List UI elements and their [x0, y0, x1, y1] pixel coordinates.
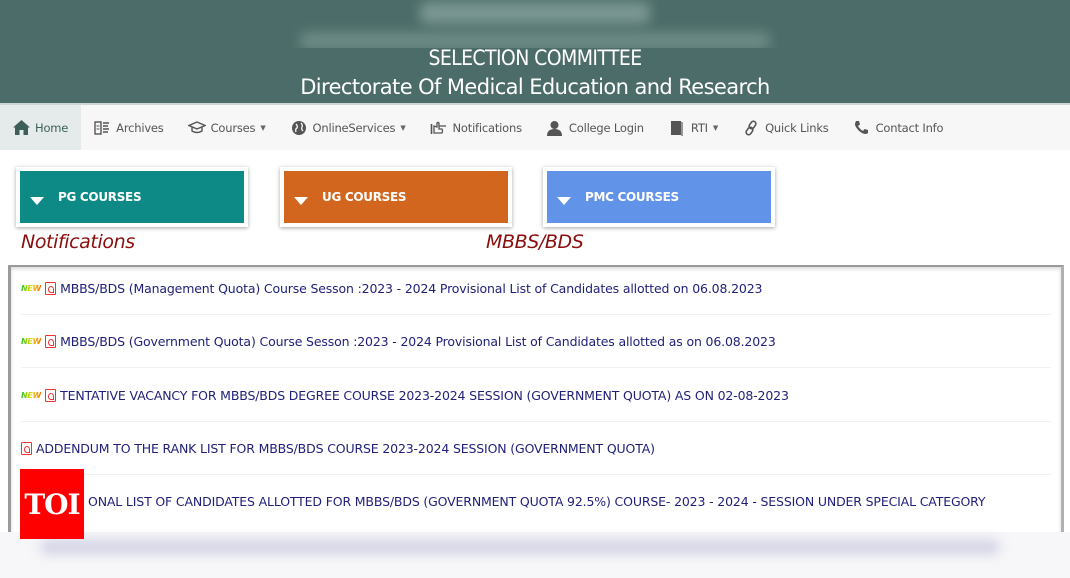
- notifications-heading: Notifications: [21, 231, 135, 253]
- nav-item-quick-links[interactable]: Quick Links: [730, 105, 841, 150]
- button-label: PG COURSES: [58, 190, 142, 204]
- notification-link[interactable]: MBBS/BDS (Management Quota) Course Sesso…: [60, 281, 762, 296]
- pmc-courses-card: PMC COURSES: [543, 167, 775, 227]
- link-icon: [742, 119, 760, 137]
- blurred-footer-band: [0, 532, 1070, 578]
- site-header: SELECTION COMMITTEE Directorate Of Medic…: [0, 0, 1070, 103]
- button-label: UG COURSES: [322, 190, 407, 204]
- nav-label: Courses: [210, 120, 256, 135]
- chevron-down-icon: ▼: [260, 123, 266, 132]
- nav-label: Contact Info: [875, 120, 944, 135]
- nav-label: OnlineServices: [312, 120, 396, 135]
- pdf-icon: [45, 281, 57, 295]
- new-badge: NEW: [21, 283, 42, 293]
- notification-item[interactable]: NEW MBBS/BDS (Management Quota) Course S…: [21, 267, 1051, 315]
- graduation-cap-icon: [187, 119, 206, 137]
- notification-item[interactable]: NEW TENTATIVE VACANCY FOR MBBS/BDS DEGRE…: [21, 369, 1051, 422]
- caret-down-icon: [30, 197, 44, 205]
- nav-label: Quick Links: [765, 120, 829, 135]
- new-badge: NEW: [21, 336, 42, 346]
- pdf-icon: [45, 388, 57, 402]
- nav-label: Home: [35, 120, 69, 135]
- nav-item-courses[interactable]: Courses ▼: [176, 105, 278, 150]
- user-icon: [546, 119, 564, 137]
- blurred-text: [420, 2, 650, 24]
- nav-label: Archives: [116, 120, 164, 135]
- archive-icon: [93, 119, 111, 137]
- notification-link[interactable]: MBBS/BDS (Government Quota) Course Sesso…: [60, 334, 776, 349]
- pg-courses-card: PG COURSES: [16, 167, 248, 227]
- nav-item-onlineservices[interactable]: OnlineServices ▼: [278, 105, 418, 150]
- caret-down-icon: [294, 197, 308, 205]
- toi-watermark-logo: TOI: [20, 469, 84, 539]
- pdf-icon: [45, 334, 57, 348]
- notification-link[interactable]: ONAL LIST OF CANDIDATES ALLOTTED FOR MBB…: [88, 494, 986, 509]
- nav-label: RTI: [690, 120, 708, 135]
- notification-link[interactable]: ADDENDUM TO THE RANK LIST FOR MBBS/BDS C…: [36, 441, 655, 456]
- book-icon: [668, 119, 686, 137]
- button-label: PMC COURSES: [585, 190, 679, 204]
- globe-icon: [290, 119, 308, 137]
- nav-item-college-login[interactable]: College Login: [534, 105, 656, 150]
- nav-item-archives[interactable]: Archives: [81, 105, 175, 150]
- phone-icon: [853, 119, 871, 137]
- hand-pointer-icon: [430, 119, 448, 137]
- nav-label: College Login: [568, 120, 644, 135]
- notification-item[interactable]: ADDENDUM TO THE RANK LIST FOR MBBS/BDS C…: [21, 422, 1051, 475]
- nav-item-notifications[interactable]: Notifications: [418, 105, 534, 150]
- nav-item-rti[interactable]: RTI ▼: [656, 105, 730, 150]
- pmc-courses-button[interactable]: PMC COURSES: [547, 171, 771, 223]
- ug-courses-button[interactable]: UG COURSES: [284, 171, 508, 223]
- chevron-down-icon: ▼: [400, 123, 406, 132]
- pg-courses-button[interactable]: PG COURSES: [20, 171, 244, 223]
- nav-label: Notifications: [452, 120, 523, 135]
- main-navbar: Home Archives Courses ▼ OnlineServices ▼…: [0, 103, 1070, 150]
- ug-courses-card: UG COURSES: [280, 167, 512, 227]
- site-subtitle: Directorate Of Medical Education and Res…: [300, 75, 770, 99]
- notifications-panel[interactable]: NEW MBBS/BDS (Management Quota) Course S…: [8, 265, 1064, 535]
- site-title: SELECTION COMMITTEE: [428, 46, 642, 70]
- new-badge: NEW: [21, 390, 42, 400]
- notification-link[interactable]: TENTATIVE VACANCY FOR MBBS/BDS DEGREE CO…: [60, 388, 789, 403]
- pdf-icon: [21, 441, 32, 455]
- blurred-text: [40, 540, 1000, 554]
- nav-item-contact-info[interactable]: Contact Info: [841, 105, 956, 150]
- blurred-header-band: [0, 0, 1070, 48]
- caret-down-icon: [557, 197, 571, 205]
- home-icon: [12, 119, 30, 137]
- nav-item-home[interactable]: Home: [0, 105, 82, 150]
- notification-item[interactable]: ONAL LIST OF CANDIDATES ALLOTTED FOR MBB…: [21, 475, 1051, 528]
- notification-item[interactable]: NEW MBBS/BDS (Government Quota) Course S…: [21, 315, 1051, 368]
- chevron-down-icon: ▼: [712, 123, 719, 132]
- header-titles: SELECTION COMMITTEE Directorate Of Medic…: [0, 44, 1070, 102]
- mbbs-bds-heading: MBBS/BDS: [486, 231, 584, 253]
